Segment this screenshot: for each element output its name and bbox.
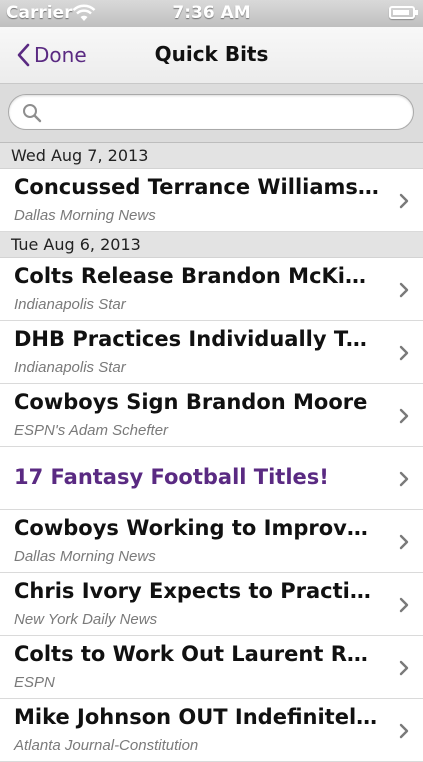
chevron-right-icon [399,345,409,361]
battery-icon [389,6,418,19]
chevron-right-icon [399,660,409,676]
search-icon [23,104,42,123]
chevron-right-icon [399,471,409,487]
item-title: 17 Fantasy Football Titles! [14,465,329,489]
search-input[interactable] [49,99,403,127]
list-item-promo[interactable]: 17 Fantasy Football Titles! [0,447,423,510]
list-item[interactable]: Colts Release Brandon McKinney Indianapo… [0,258,423,321]
item-source: Indianapolis Star [14,359,126,376]
chevron-right-icon [399,597,409,613]
list-item[interactable]: DHB Practices Individually Tuesday India… [0,321,423,384]
chevron-right-icon [399,723,409,739]
news-list: Wed Aug 7, 2013 Concussed Terrance Willi… [0,143,423,762]
status-bar: Carrier 7:36 AM [0,0,423,27]
item-title: DHB Practices Individually Tuesday [14,327,380,351]
section-header-date: Wed Aug 7, 2013 [0,143,423,169]
chevron-right-icon [399,534,409,550]
chevron-right-icon [399,282,409,298]
item-title: Cowboys Sign Brandon Moore [14,390,368,414]
item-title: Colts to Work Out Laurent Robinson [14,642,380,666]
section-header-date: Tue Aug 6, 2013 [0,232,423,258]
item-source: Dallas Morning News [14,548,156,565]
item-source: Atlanta Journal-Constitution [14,737,199,754]
item-title: Chris Ivory Expects to Practice Soon [14,579,380,603]
chevron-right-icon [399,408,409,424]
item-source: Indianapolis Star [14,296,126,313]
list-item[interactable]: Colts to Work Out Laurent Robinson ESPN [0,636,423,699]
list-item[interactable]: Chris Ivory Expects to Practice Soon New… [0,573,423,636]
page-title: Quick Bits [154,42,269,66]
item-title: Mike Johnson OUT Indefinitely with Injur… [14,705,380,729]
item-title: Colts Release Brandon McKinney [14,264,380,288]
search-field[interactable] [8,94,414,130]
list-item[interactable]: Cowboys Working to Improve Run Defense D… [0,510,423,573]
navigation-bar: Done Quick Bits [0,27,423,84]
list-item[interactable]: Cowboys Sign Brandon Moore ESPN's Adam S… [0,384,423,447]
item-source: ESPN [14,674,55,691]
chevron-right-icon [399,193,409,209]
item-title: Concussed Terrance Williams Expected to … [14,175,380,199]
item-source: ESPN's Adam Schefter [14,422,169,439]
clock: 7:36 AM [172,3,251,23]
list-item[interactable]: Mike Johnson OUT Indefinitely with Injur… [0,699,423,762]
item-title: Cowboys Working to Improve Run Defense [14,516,380,540]
item-source: Dallas Morning News [14,207,156,224]
item-source: New York Daily News [14,611,158,628]
search-bar [0,84,423,143]
list-item[interactable]: Concussed Terrance Williams Expected to … [0,169,423,232]
